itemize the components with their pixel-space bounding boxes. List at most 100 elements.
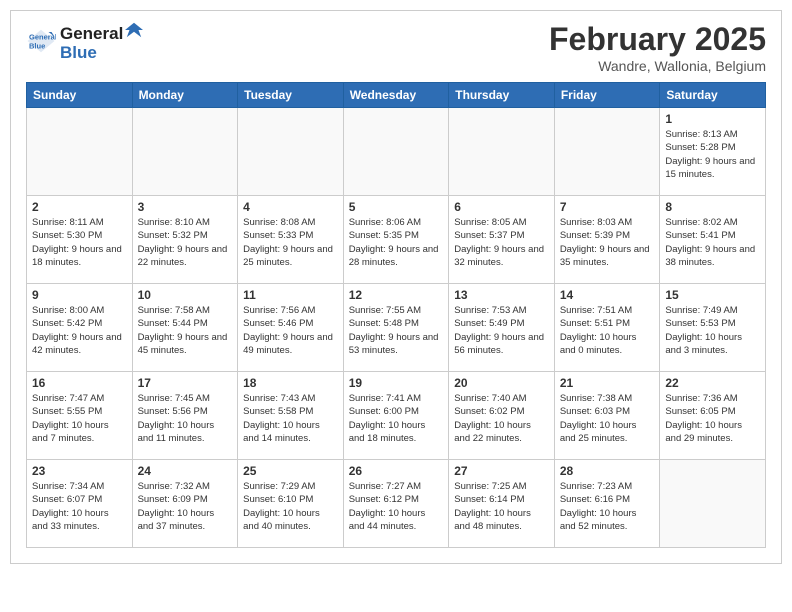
day-number: 17 (138, 376, 233, 390)
calendar-cell: 3 Sunrise: 8:10 AMSunset: 5:32 PMDaylight… (132, 196, 238, 284)
day-number: 13 (454, 288, 549, 302)
day-number: 27 (454, 464, 549, 478)
calendar-cell: 13 Sunrise: 7:53 AMSunset: 5:49 PMDayligh… (449, 284, 555, 372)
location: Wandre, Wallonia, Belgium (549, 58, 766, 74)
logo-blue: Blue (60, 44, 143, 61)
calendar-cell: 27 Sunrise: 7:25 AMSunset: 6:14 PMDayligh… (449, 460, 555, 548)
calendar-cell (27, 108, 133, 196)
day-number: 1 (665, 112, 760, 126)
day-number: 8 (665, 200, 760, 214)
day-number: 6 (454, 200, 549, 214)
day-number: 16 (32, 376, 127, 390)
svg-text:Blue: Blue (29, 41, 45, 50)
calendar-cell: 8 Sunrise: 8:02 AMSunset: 5:41 PMDaylight… (660, 196, 766, 284)
day-number: 7 (560, 200, 655, 214)
day-info: Sunrise: 7:34 AMSunset: 6:07 PMDaylight:… (32, 480, 127, 533)
day-info: Sunrise: 8:05 AMSunset: 5:37 PMDaylight:… (454, 216, 549, 269)
day-info: Sunrise: 7:49 AMSunset: 5:53 PMDaylight:… (665, 304, 760, 357)
weekday-header-wednesday: Wednesday (343, 83, 449, 108)
day-info: Sunrise: 7:36 AMSunset: 6:05 PMDaylight:… (665, 392, 760, 445)
day-number: 24 (138, 464, 233, 478)
calendar-cell: 16Sunrise: 7:47 AMSunset: 5:55 PMDayligh… (27, 372, 133, 460)
calendar-cell: 25Sunrise: 7:29 AMSunset: 6:10 PMDayligh… (238, 460, 344, 548)
day-info: Sunrise: 7:53 AMSunset: 5:49 PMDaylight:… (454, 304, 549, 357)
weekday-header-friday: Friday (554, 83, 660, 108)
calendar-cell: 19Sunrise: 7:41 AMSunset: 6:00 PMDayligh… (343, 372, 449, 460)
logo-bird-icon (125, 21, 143, 39)
calendar-cell: 11Sunrise: 7:56 AMSunset: 5:46 PMDayligh… (238, 284, 344, 372)
calendar-cell: 20 Sunrise: 7:40 AMSunset: 6:02 PMDayligh… (449, 372, 555, 460)
calendar-cell: 28 Sunrise: 7:23 AMSunset: 6:16 PMDayligh… (554, 460, 660, 548)
day-number: 26 (349, 464, 444, 478)
calendar-cell: 15Sunrise: 7:49 AMSunset: 5:53 PMDayligh… (660, 284, 766, 372)
week-row-3: 9Sunrise: 8:00 AMSunset: 5:42 PMDaylight… (27, 284, 766, 372)
calendar-cell: 24 Sunrise: 7:32 AMSunset: 6:09 PMDayligh… (132, 460, 238, 548)
day-info: Sunrise: 7:56 AMSunset: 5:46 PMDaylight:… (243, 304, 338, 357)
weekday-header-saturday: Saturday (660, 83, 766, 108)
week-row-2: 2Sunrise: 8:11 AMSunset: 5:30 PMDaylight… (27, 196, 766, 284)
day-number: 19 (349, 376, 444, 390)
calendar-cell (238, 108, 344, 196)
day-number: 10 (138, 288, 233, 302)
logo-general: General (60, 24, 123, 44)
day-info: Sunrise: 8:08 AMSunset: 5:33 PMDaylight:… (243, 216, 338, 269)
day-info: Sunrise: 8:03 AMSunset: 5:39 PMDaylight:… (560, 216, 655, 269)
day-info: Sunrise: 7:25 AMSunset: 6:14 PMDaylight:… (454, 480, 549, 533)
calendar-cell: 14 Sunrise: 7:51 AMSunset: 5:51 PMDayligh… (554, 284, 660, 372)
calendar-cell: 10 Sunrise: 7:58 AMSunset: 5:44 PMDayligh… (132, 284, 238, 372)
logo: General Blue General Blue (26, 21, 143, 61)
calendar-cell: 2Sunrise: 8:11 AMSunset: 5:30 PMDaylight… (27, 196, 133, 284)
day-number: 21 (560, 376, 655, 390)
day-info: Sunrise: 7:51 AMSunset: 5:51 PMDaylight:… (560, 304, 655, 357)
day-number: 2 (32, 200, 127, 214)
weekday-header-monday: Monday (132, 83, 238, 108)
day-number: 12 (349, 288, 444, 302)
calendar-table: SundayMondayTuesdayWednesdayThursdayFrid… (26, 82, 766, 548)
calendar-cell (449, 108, 555, 196)
page-header: General Blue General Blue February 2025 … (26, 21, 766, 74)
day-info: Sunrise: 7:29 AMSunset: 6:10 PMDaylight:… (243, 480, 338, 533)
day-info: Sunrise: 7:32 AMSunset: 6:09 PMDaylight:… (138, 480, 233, 533)
day-info: Sunrise: 8:06 AMSunset: 5:35 PMDaylight:… (349, 216, 444, 269)
calendar-cell: 6 Sunrise: 8:05 AMSunset: 5:37 PMDaylight… (449, 196, 555, 284)
day-number: 3 (138, 200, 233, 214)
day-info: Sunrise: 8:10 AMSunset: 5:32 PMDaylight:… (138, 216, 233, 269)
day-number: 5 (349, 200, 444, 214)
day-info: Sunrise: 7:58 AMSunset: 5:44 PMDaylight:… (138, 304, 233, 357)
calendar-cell: 1 Sunrise: 8:13 AMSunset: 5:28 PMDaylight… (660, 108, 766, 196)
day-info: Sunrise: 7:27 AMSunset: 6:12 PMDaylight:… (349, 480, 444, 533)
title-section: February 2025 Wandre, Wallonia, Belgium (549, 21, 766, 74)
month-title: February 2025 (549, 21, 766, 58)
weekday-header-thursday: Thursday (449, 83, 555, 108)
weekday-header-row: SundayMondayTuesdayWednesdayThursdayFrid… (27, 83, 766, 108)
calendar-cell: 9Sunrise: 8:00 AMSunset: 5:42 PMDaylight… (27, 284, 133, 372)
day-info: Sunrise: 7:38 AMSunset: 6:03 PMDaylight:… (560, 392, 655, 445)
day-number: 9 (32, 288, 127, 302)
day-info: Sunrise: 8:02 AMSunset: 5:41 PMDaylight:… (665, 216, 760, 269)
calendar-cell (660, 460, 766, 548)
calendar-cell: 26 Sunrise: 7:27 AMSunset: 6:12 PMDayligh… (343, 460, 449, 548)
day-number: 22 (665, 376, 760, 390)
day-number: 20 (454, 376, 549, 390)
day-info: Sunrise: 7:45 AMSunset: 5:56 PMDaylight:… (138, 392, 233, 445)
day-number: 28 (560, 464, 655, 478)
day-info: Sunrise: 8:13 AMSunset: 5:28 PMDaylight:… (665, 128, 760, 181)
calendar-cell: 7 Sunrise: 8:03 AMSunset: 5:39 PMDaylight… (554, 196, 660, 284)
week-row-4: 16Sunrise: 7:47 AMSunset: 5:55 PMDayligh… (27, 372, 766, 460)
weekday-header-sunday: Sunday (27, 83, 133, 108)
weekday-header-tuesday: Tuesday (238, 83, 344, 108)
day-info: Sunrise: 7:23 AMSunset: 6:16 PMDaylight:… (560, 480, 655, 533)
day-info: Sunrise: 7:40 AMSunset: 6:02 PMDaylight:… (454, 392, 549, 445)
day-number: 18 (243, 376, 338, 390)
calendar-cell: 12 Sunrise: 7:55 AMSunset: 5:48 PMDayligh… (343, 284, 449, 372)
day-info: Sunrise: 7:43 AMSunset: 5:58 PMDaylight:… (243, 392, 338, 445)
day-number: 14 (560, 288, 655, 302)
week-row-1: 1 Sunrise: 8:13 AMSunset: 5:28 PMDaylight… (27, 108, 766, 196)
calendar-cell: 23 Sunrise: 7:34 AMSunset: 6:07 PMDayligh… (27, 460, 133, 548)
day-info: Sunrise: 7:55 AMSunset: 5:48 PMDaylight:… (349, 304, 444, 357)
day-number: 23 (32, 464, 127, 478)
logo-icon: General Blue (26, 26, 56, 56)
calendar-cell: 4 Sunrise: 8:08 AMSunset: 5:33 PMDaylight… (238, 196, 344, 284)
day-number: 4 (243, 200, 338, 214)
calendar-cell (132, 108, 238, 196)
